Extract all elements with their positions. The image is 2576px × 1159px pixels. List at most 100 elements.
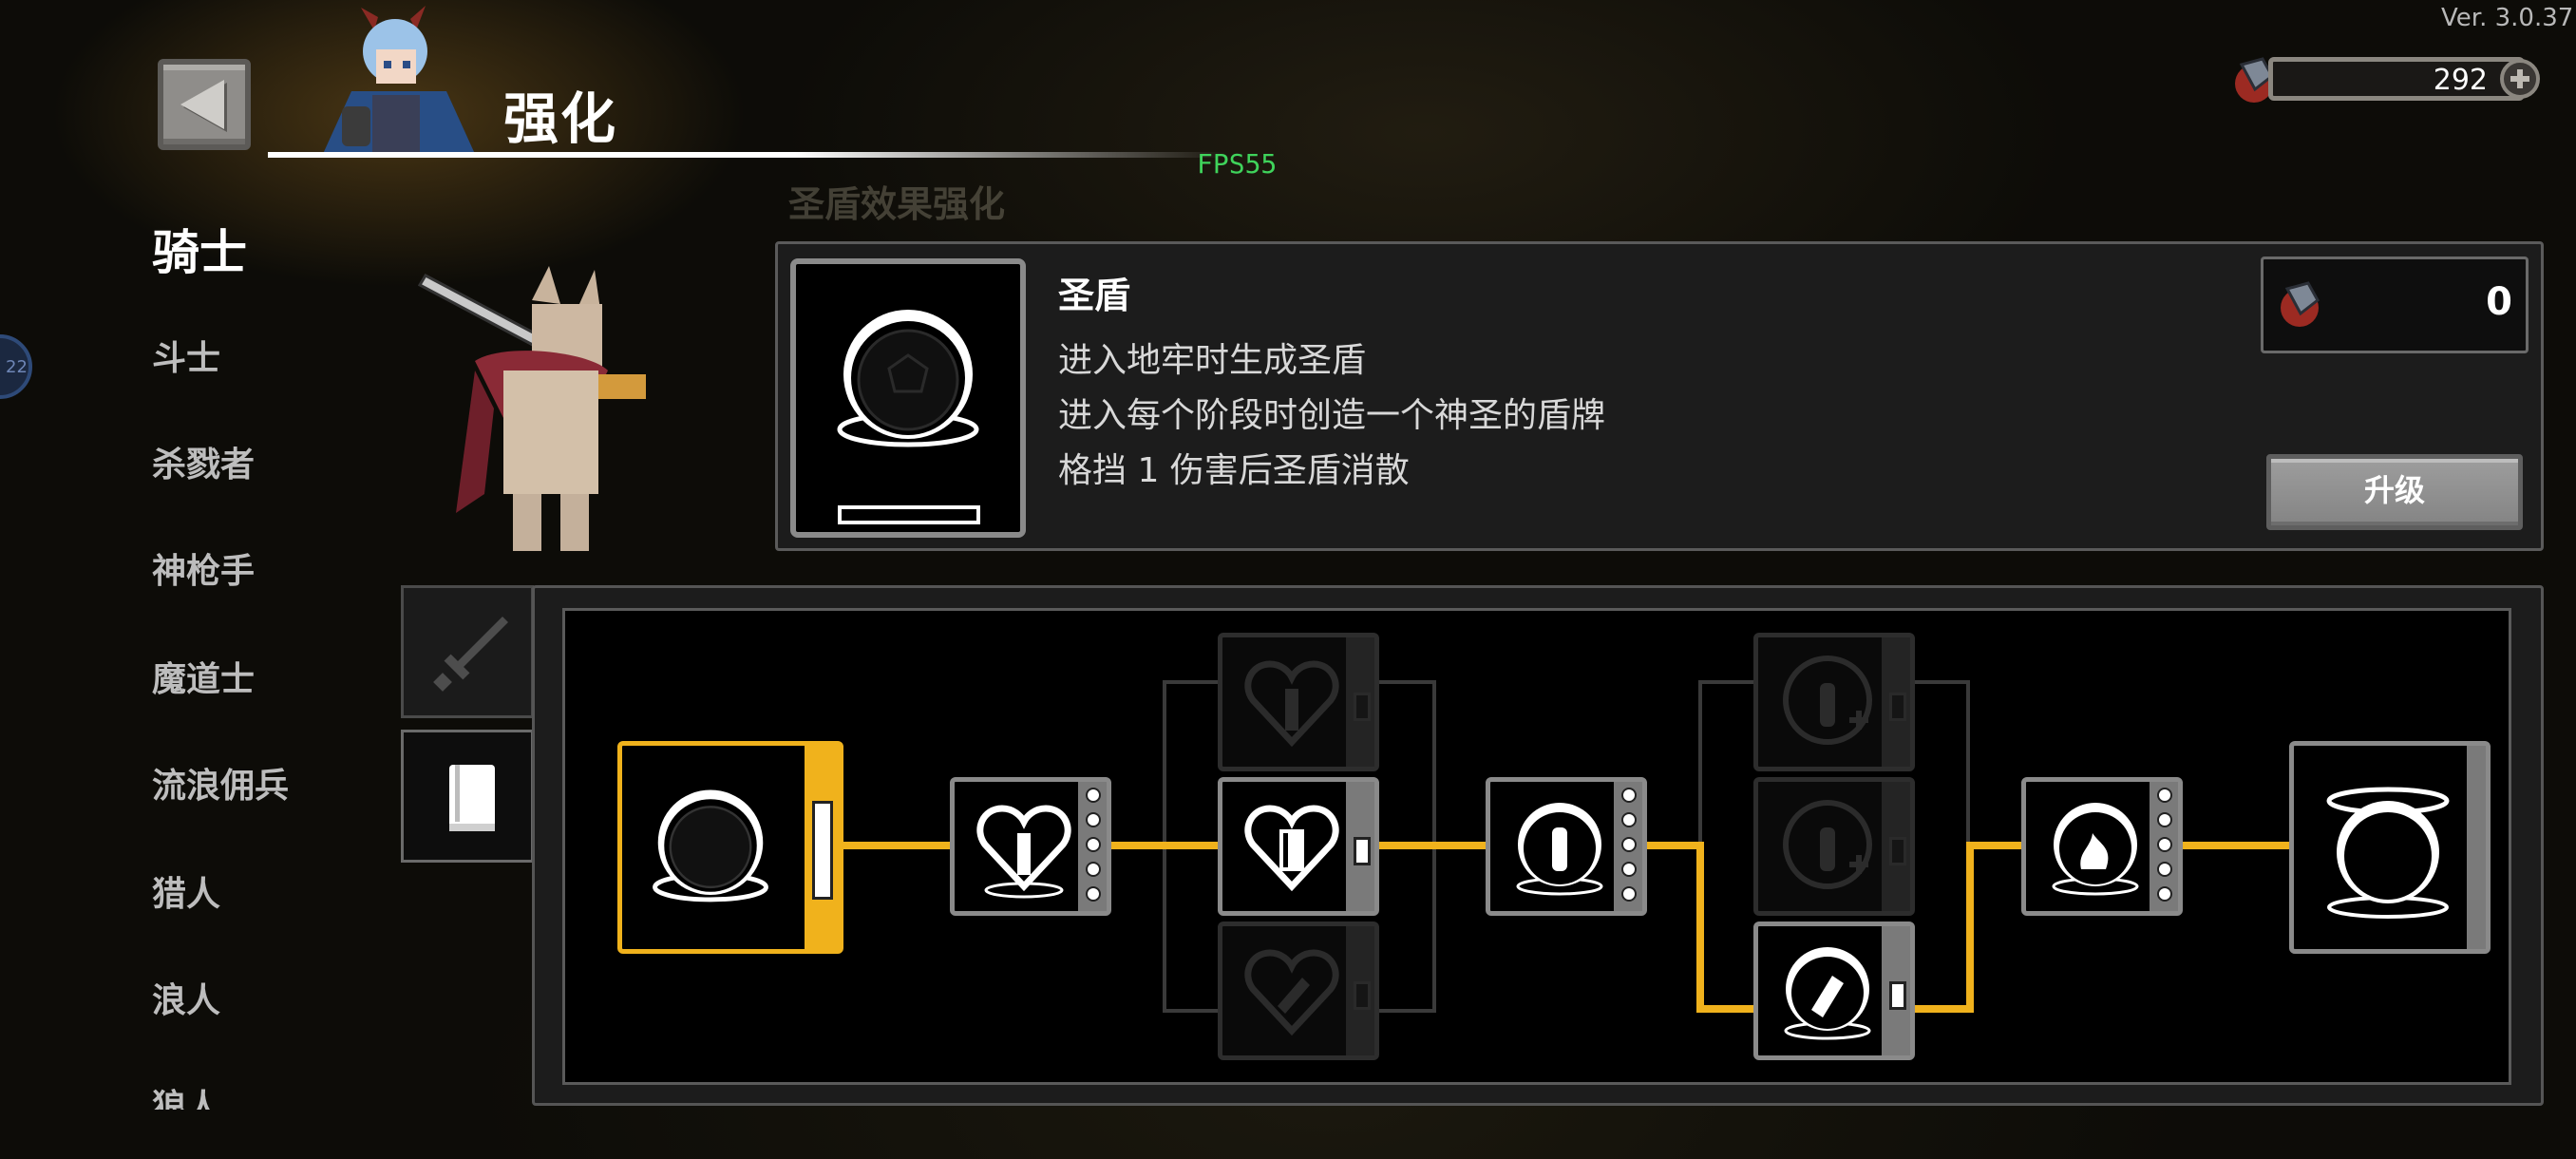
path-line	[1109, 842, 1222, 849]
flame-orb-icon	[2052, 803, 2139, 896]
class-item-gunner[interactable]: 神枪手	[152, 543, 255, 593]
orb-shield-icon	[1516, 803, 1603, 896]
moon-orb-icon	[2326, 787, 2450, 919]
node-pip	[1086, 837, 1101, 852]
skill-node-orb-plus-upper[interactable]	[1753, 633, 1915, 771]
node-pip	[2157, 886, 2172, 902]
node-slot	[1889, 693, 1906, 721]
holy-shield-node-icon	[653, 789, 768, 902]
node-slot	[1354, 981, 1371, 1010]
path-line	[1645, 842, 1704, 849]
class-item-werewolf[interactable]: 狼人	[152, 1079, 220, 1110]
skill-node-moon-final[interactable]	[2289, 741, 2491, 954]
skill-node-flame-orb[interactable]	[2021, 777, 2183, 916]
path-line	[1696, 1005, 1759, 1013]
heart-shield-icon	[976, 805, 1071, 899]
skill-preview-frame	[790, 258, 1026, 538]
class-item-fighter[interactable]: 斗士	[152, 331, 220, 380]
path-line	[1966, 842, 2023, 849]
path-line	[842, 842, 954, 849]
class-item-slayer[interactable]: 杀戮者	[152, 437, 255, 486]
node-pip	[1086, 886, 1101, 902]
player-portrait	[323, 6, 475, 154]
page-title: 强化	[503, 86, 618, 151]
branch-line	[1698, 680, 1755, 684]
tab-weapon[interactable]	[401, 585, 534, 718]
node-slot	[1354, 693, 1371, 721]
back-button[interactable]	[158, 59, 251, 150]
heart-shield-book-icon	[1244, 805, 1339, 892]
path-line	[1966, 842, 1974, 1013]
skill-node-heart-shield-lower[interactable]	[1218, 922, 1379, 1060]
skill-node-orb-shield[interactable]	[1486, 777, 1647, 916]
side-badge[interactable]: 22	[0, 334, 32, 399]
node-pip	[2157, 812, 2172, 827]
cost-gem-icon	[2281, 281, 2320, 327]
class-item-mage[interactable]: 魔道士	[152, 652, 255, 701]
book-icon	[449, 765, 495, 831]
path-line	[1377, 842, 1489, 849]
orb-plus-dim-icon	[1783, 656, 1872, 745]
skill-name: 圣盾	[1058, 275, 1131, 316]
faded-section-label: 圣盾效果强化	[788, 183, 1006, 225]
skill-desc-line-2: 进入每个阶段时创造一个神圣的盾牌	[1058, 396, 1606, 435]
node-pip	[1621, 837, 1637, 852]
node-slot	[1889, 837, 1906, 865]
branch-line	[1375, 680, 1436, 684]
branch-line	[1375, 1009, 1436, 1013]
sword-icon	[433, 617, 508, 692]
path-line	[1696, 842, 1704, 1013]
orb-broken-icon	[1784, 947, 1871, 1040]
node-pip	[2157, 788, 2172, 803]
path-line	[1911, 1005, 1974, 1013]
currency-display: 292	[2268, 57, 2525, 101]
version-label: Ver. 3.0.37	[2441, 4, 2574, 32]
skill-node-heart-shield[interactable]	[950, 777, 1111, 916]
knight-sprite	[418, 266, 646, 551]
node-slot	[1354, 837, 1371, 865]
holy-shield-icon	[837, 310, 979, 447]
orb-plus-dim-icon	[1783, 800, 1872, 889]
side-badge-text: 22	[6, 357, 28, 377]
node-pip	[2157, 837, 2172, 852]
path-line	[2181, 842, 2293, 849]
node-slot	[1889, 981, 1906, 1010]
node-pip	[2157, 862, 2172, 877]
skill-node-holy-shield[interactable]	[617, 741, 843, 954]
skill-node-orb-broken[interactable]	[1753, 922, 1915, 1060]
upgrade-cost: 0	[2486, 280, 2512, 324]
node-pip	[1621, 812, 1637, 827]
class-item-mercenary[interactable]: 流浪佣兵	[152, 758, 289, 808]
branch-line	[1966, 680, 1970, 851]
skill-desc-line-3: 格挡 1 伤害后圣盾消散	[1058, 451, 1410, 490]
node-pip	[1086, 812, 1101, 827]
currency-amount: 292	[2433, 64, 2488, 97]
branch-line	[1163, 680, 1220, 684]
skill-desc-line-1: 进入地牢时生成圣盾	[1058, 341, 1367, 380]
title-underline	[268, 152, 1227, 158]
node-slot	[812, 801, 833, 900]
heart-shield-dim-icon	[1244, 660, 1339, 748]
back-arrow-icon	[180, 80, 224, 129]
branch-line	[1163, 1009, 1220, 1013]
node-pip	[1621, 886, 1637, 902]
node-pip	[1086, 788, 1101, 803]
node-pip	[1086, 862, 1101, 877]
skill-node-heart-shield-mid[interactable]	[1218, 777, 1379, 916]
skill-node-orb-plus-mid[interactable]	[1753, 777, 1915, 916]
node-side-strip	[2467, 746, 2486, 949]
node-pip	[1621, 862, 1637, 877]
branch-line	[1911, 680, 1968, 684]
class-item-ronin[interactable]: 浪人	[152, 973, 220, 1022]
skill-level-bar	[838, 505, 980, 524]
node-pip	[1621, 788, 1637, 803]
class-item-hunter[interactable]: 猎人	[152, 866, 220, 916]
class-item-knight[interactable]: 骑士	[152, 215, 247, 283]
skill-node-heart-shield-upper[interactable]	[1218, 633, 1379, 771]
tab-skill-book[interactable]	[401, 730, 534, 863]
add-currency-plus-icon[interactable]	[2500, 59, 2540, 99]
fps-counter: FPS55	[1197, 148, 1278, 180]
heart-shield-broken-icon	[1244, 949, 1339, 1036]
branch-line	[1698, 680, 1702, 851]
upgrade-button[interactable]: 升级	[2266, 454, 2523, 530]
